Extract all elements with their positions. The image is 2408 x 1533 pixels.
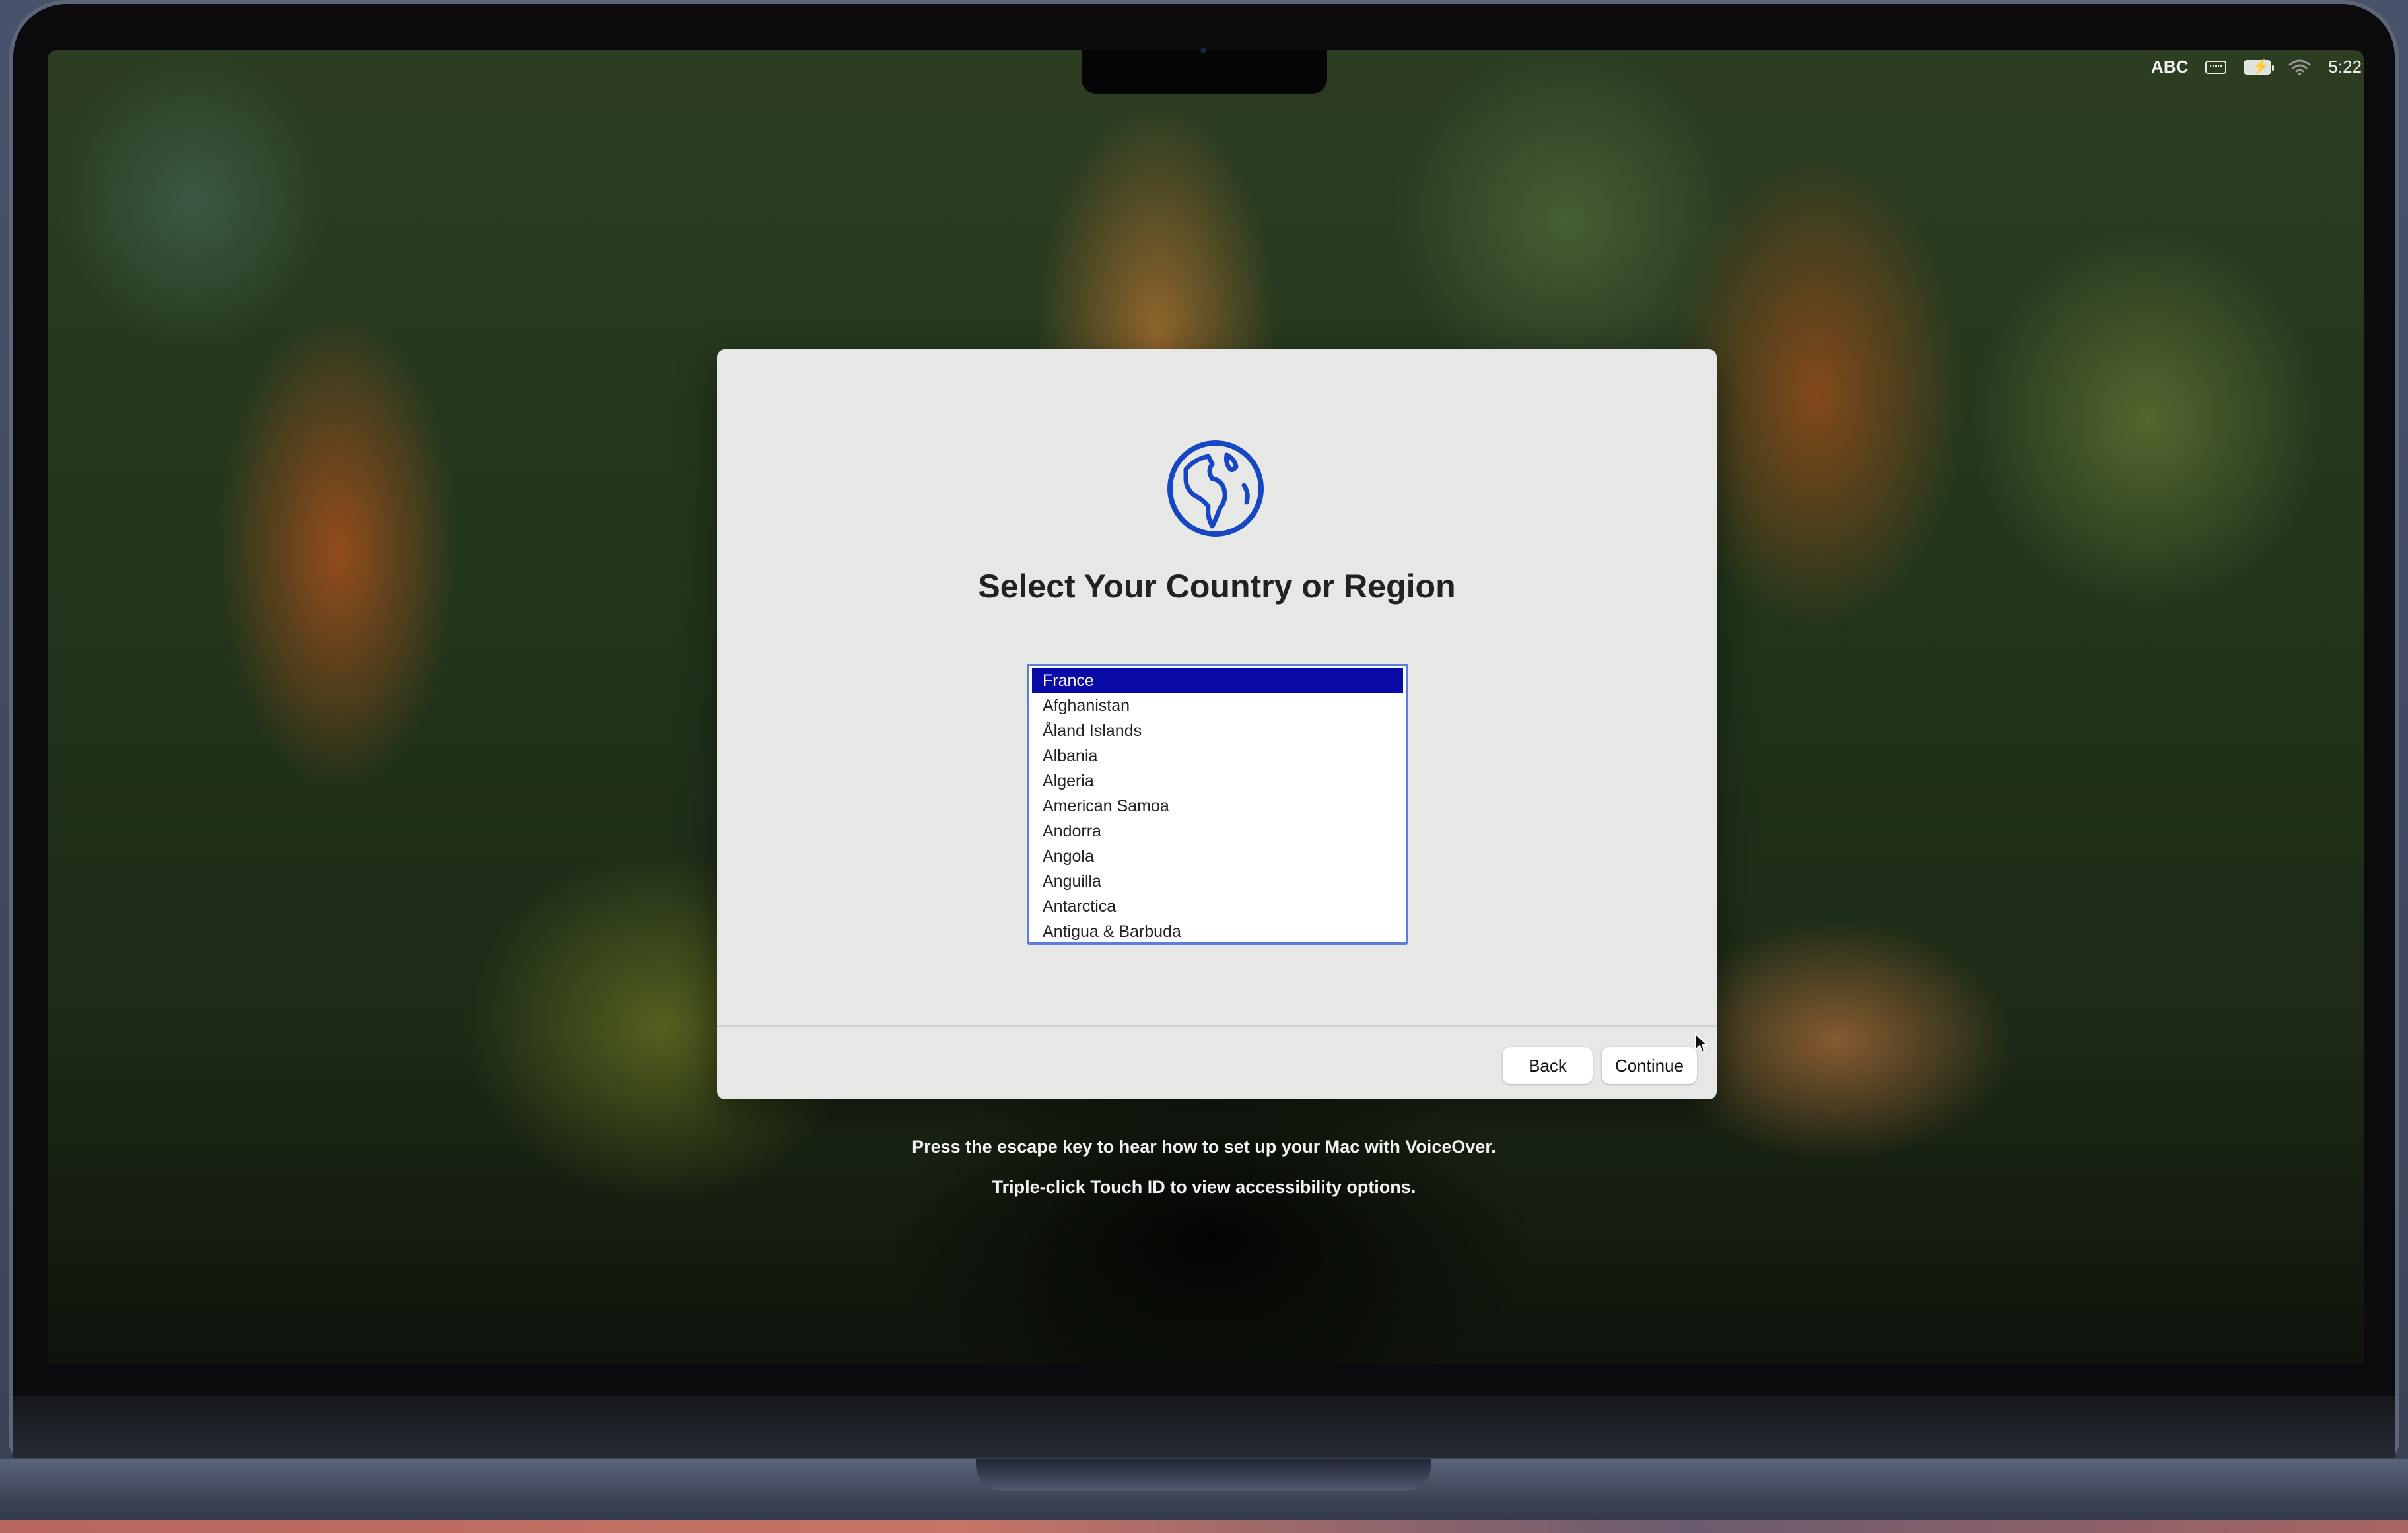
hinge-cutout [976, 1459, 1431, 1491]
country-item[interactable]: Afghanistan [1032, 693, 1403, 718]
page-title: Select Your Country or Region [978, 568, 1456, 605]
country-list[interactable]: France Afghanistan Åland Islands Albania… [1027, 664, 1408, 945]
country-item[interactable]: Angola [1032, 844, 1403, 869]
country-item[interactable]: Antarctica [1032, 894, 1403, 919]
wifi-icon[interactable] [2288, 59, 2311, 76]
laptop-frame: ABC ⚡ 5:22 Select Your Country or Region… [0, 0, 2408, 1533]
country-item[interactable]: American Samoa [1032, 794, 1403, 819]
country-item[interactable]: Åland Islands [1032, 718, 1403, 743]
keyboard-icon[interactable] [2205, 60, 2227, 74]
display-chin [13, 1396, 2395, 1458]
country-item[interactable]: Albania [1032, 743, 1403, 768]
country-item[interactable]: France [1032, 668, 1403, 693]
menu-bar-status: ABC ⚡ 5:22 [2151, 57, 2362, 77]
back-button[interactable]: Back [1503, 1047, 1593, 1084]
setup-assistant-window: Select Your Country or Region France Afg… [717, 349, 1717, 1099]
globe-icon [1166, 439, 1265, 538]
footer-divider [717, 1025, 1717, 1027]
camera-notch [1082, 50, 1327, 94]
battery-charging-icon[interactable]: ⚡ [2244, 58, 2275, 75]
country-item[interactable]: Algeria [1032, 768, 1403, 794]
country-item[interactable]: Andorra [1032, 819, 1403, 844]
country-item[interactable]: Antigua & Barbuda [1032, 919, 1403, 942]
pointer-cursor-icon [1694, 1033, 1709, 1058]
input-source-label[interactable]: ABC [2151, 57, 2188, 77]
voiceover-hint: Press the escape key to hear how to set … [912, 1137, 1496, 1157]
country-item[interactable]: Anguilla [1032, 869, 1403, 894]
menu-bar-clock[interactable]: 5:22 [2328, 57, 2362, 77]
laptop-base-edge [0, 1520, 2408, 1533]
camera-icon [1200, 48, 1206, 53]
accessibility-hint: Triple-click Touch ID to view accessibil… [992, 1177, 1416, 1197]
continue-button[interactable]: Continue [1602, 1047, 1697, 1084]
